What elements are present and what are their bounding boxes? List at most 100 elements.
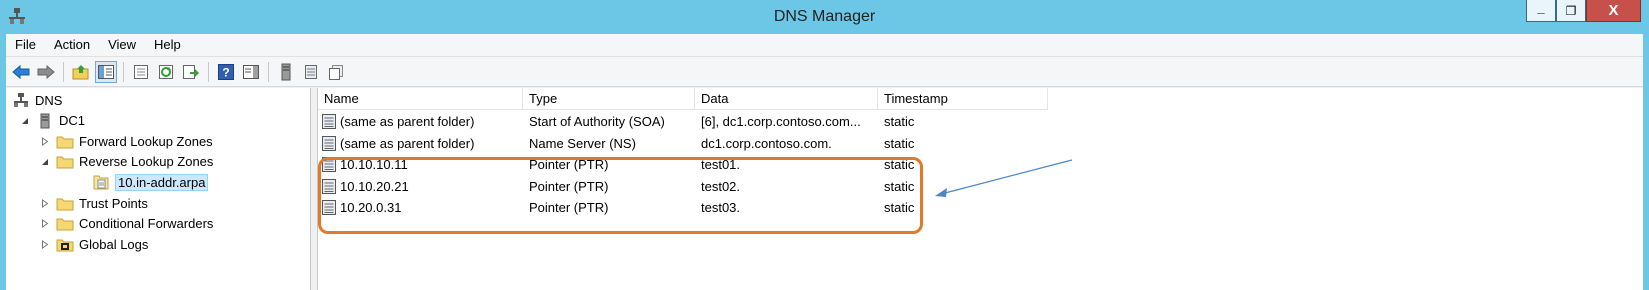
folder-icon [56,195,74,211]
log-icon [56,236,74,252]
column-header-name[interactable]: Name [318,88,523,110]
toolbar: ? [6,57,1643,87]
dns-manager-window: DNS Manager _ ❐ X File Action View Help [0,0,1649,290]
server-icon [36,113,54,129]
cell-data: test03. [701,200,741,216]
help-button[interactable]: ? [215,61,237,83]
help-icon: ? [218,63,234,80]
forward-icon [37,64,55,79]
back-button[interactable] [10,61,32,83]
tree-item[interactable]: 10.in-addr.arpa [76,172,209,192]
folder-icon [56,216,74,232]
tree-item-label: DC1 [59,113,86,129]
cell-timestamp: static [884,135,915,151]
table-row[interactable]: 10.10.10.11 Pointer (PTR) test01. static [318,154,1048,175]
menu-bar: File Action View Help [6,34,1643,57]
cell-type: Pointer (PTR) [529,200,609,216]
tree-item[interactable]: Trust Points [40,193,148,213]
toolbar-separator [268,61,269,82]
toolbar-separator [208,61,209,82]
restore-icon: ❐ [1565,3,1577,18]
server-button[interactable] [275,61,297,83]
expand-arrow-icon[interactable] [40,219,50,229]
cell-timestamp: static [884,157,915,173]
table-row[interactable]: 10.20.0.31 Pointer (PTR) test03. static [318,197,1048,218]
tree-item[interactable]: Conditional Forwarders [40,214,213,234]
back-icon [12,64,30,79]
refresh-button[interactable] [155,61,177,83]
restore-button[interactable]: ❐ [1556,0,1586,22]
results-list: Name Type Data Timestamp (same as parent… [318,88,1643,290]
collapse-arrow-icon[interactable] [40,157,50,167]
tree-item[interactable]: Global Logs [40,234,148,254]
window-title: DNS Manager [773,8,876,25]
record-icon [322,114,336,129]
properties-icon [134,64,148,79]
cell-timestamp: static [884,178,915,194]
record-icon [322,178,336,194]
cell-data: test01. [701,157,741,173]
zone-list-icon [305,64,317,79]
record-icon [322,157,336,173]
tree-item-label: Trust Points [79,195,148,211]
export-list-button[interactable] [180,61,202,83]
table-row[interactable]: (same as parent folder) Start of Authorit… [318,111,1048,132]
show-hide-action-pane-button[interactable] [240,61,262,83]
console-tree: DNS DC1 Forward Lookup Zones Reverse Lookup… [6,88,311,290]
title-bar[interactable]: DNS Manager _ ❐ X [0,0,1649,34]
column-header-timestamp[interactable]: Timestamp [878,88,1048,110]
menu-file[interactable]: File [6,34,45,56]
list-header: Name Type Data Timestamp [318,88,1048,110]
tree-item-label: 10.in-addr.arpa [115,173,209,191]
up-folder-button[interactable] [70,61,92,83]
tree-item[interactable]: Forward Lookup Zones [40,131,213,151]
cell-name: 10.20.0.31 [340,200,402,216]
pane-splitter[interactable] [311,88,318,290]
refresh-icon [159,64,173,79]
cell-type: Name Server (NS) [529,135,636,151]
collapse-arrow-icon[interactable] [20,116,30,126]
cell-name: 10.10.10.11 [340,157,408,173]
tree-item-label: Global Logs [79,236,149,252]
table-row[interactable]: (same as parent folder) Name Server (NS) d… [318,133,1048,154]
folder-icon [56,133,74,149]
tree-item[interactable]: DC1 [20,111,85,131]
minimize-button[interactable]: _ [1526,0,1556,22]
record-button[interactable] [325,61,347,83]
toolbar-separator [63,61,64,82]
cell-timestamp: static [884,200,915,216]
column-header-data[interactable]: Data [695,88,878,110]
show-hide-action-pane-icon [243,64,259,79]
panes: DNS DC1 Forward Lookup Zones Reverse Lookup… [6,88,1643,290]
expand-arrow-icon[interactable] [40,198,50,208]
record-icon [322,200,336,216]
tree-item[interactable]: DNS [12,90,62,110]
cell-timestamp: static [884,114,915,129]
zone-list-button[interactable] [300,61,322,83]
tree-item[interactable]: Reverse Lookup Zones [40,152,213,172]
cell-name: 10.10.20.21 [340,178,409,194]
menu-help[interactable]: Help [145,34,190,56]
show-hide-tree-icon [98,64,114,79]
table-row[interactable]: 10.10.20.21 Pointer (PTR) test02. static [318,176,1048,197]
toolbar-separator [123,61,124,82]
tree-item-label: Reverse Lookup Zones [79,154,214,170]
show-hide-tree-button[interactable] [95,60,117,83]
column-header-type[interactable]: Type [523,88,695,110]
window-controls: _ ❐ X [1526,0,1641,30]
menu-view[interactable]: View [99,34,145,56]
forward-button[interactable] [35,61,57,83]
expand-arrow-icon[interactable] [40,136,50,146]
up-folder-icon [72,64,89,79]
record-icon [329,64,343,80]
close-button[interactable]: X [1586,0,1641,22]
properties-button[interactable] [130,61,152,83]
cell-type: Start of Authority (SOA) [529,114,665,129]
menu-action[interactable]: Action [45,34,99,56]
record-icon [322,135,336,151]
export-list-icon [183,64,199,79]
expand-arrow-icon[interactable] [40,239,50,249]
svg-text:?: ? [222,65,229,79]
cell-name: (same as parent folder) [340,135,475,151]
